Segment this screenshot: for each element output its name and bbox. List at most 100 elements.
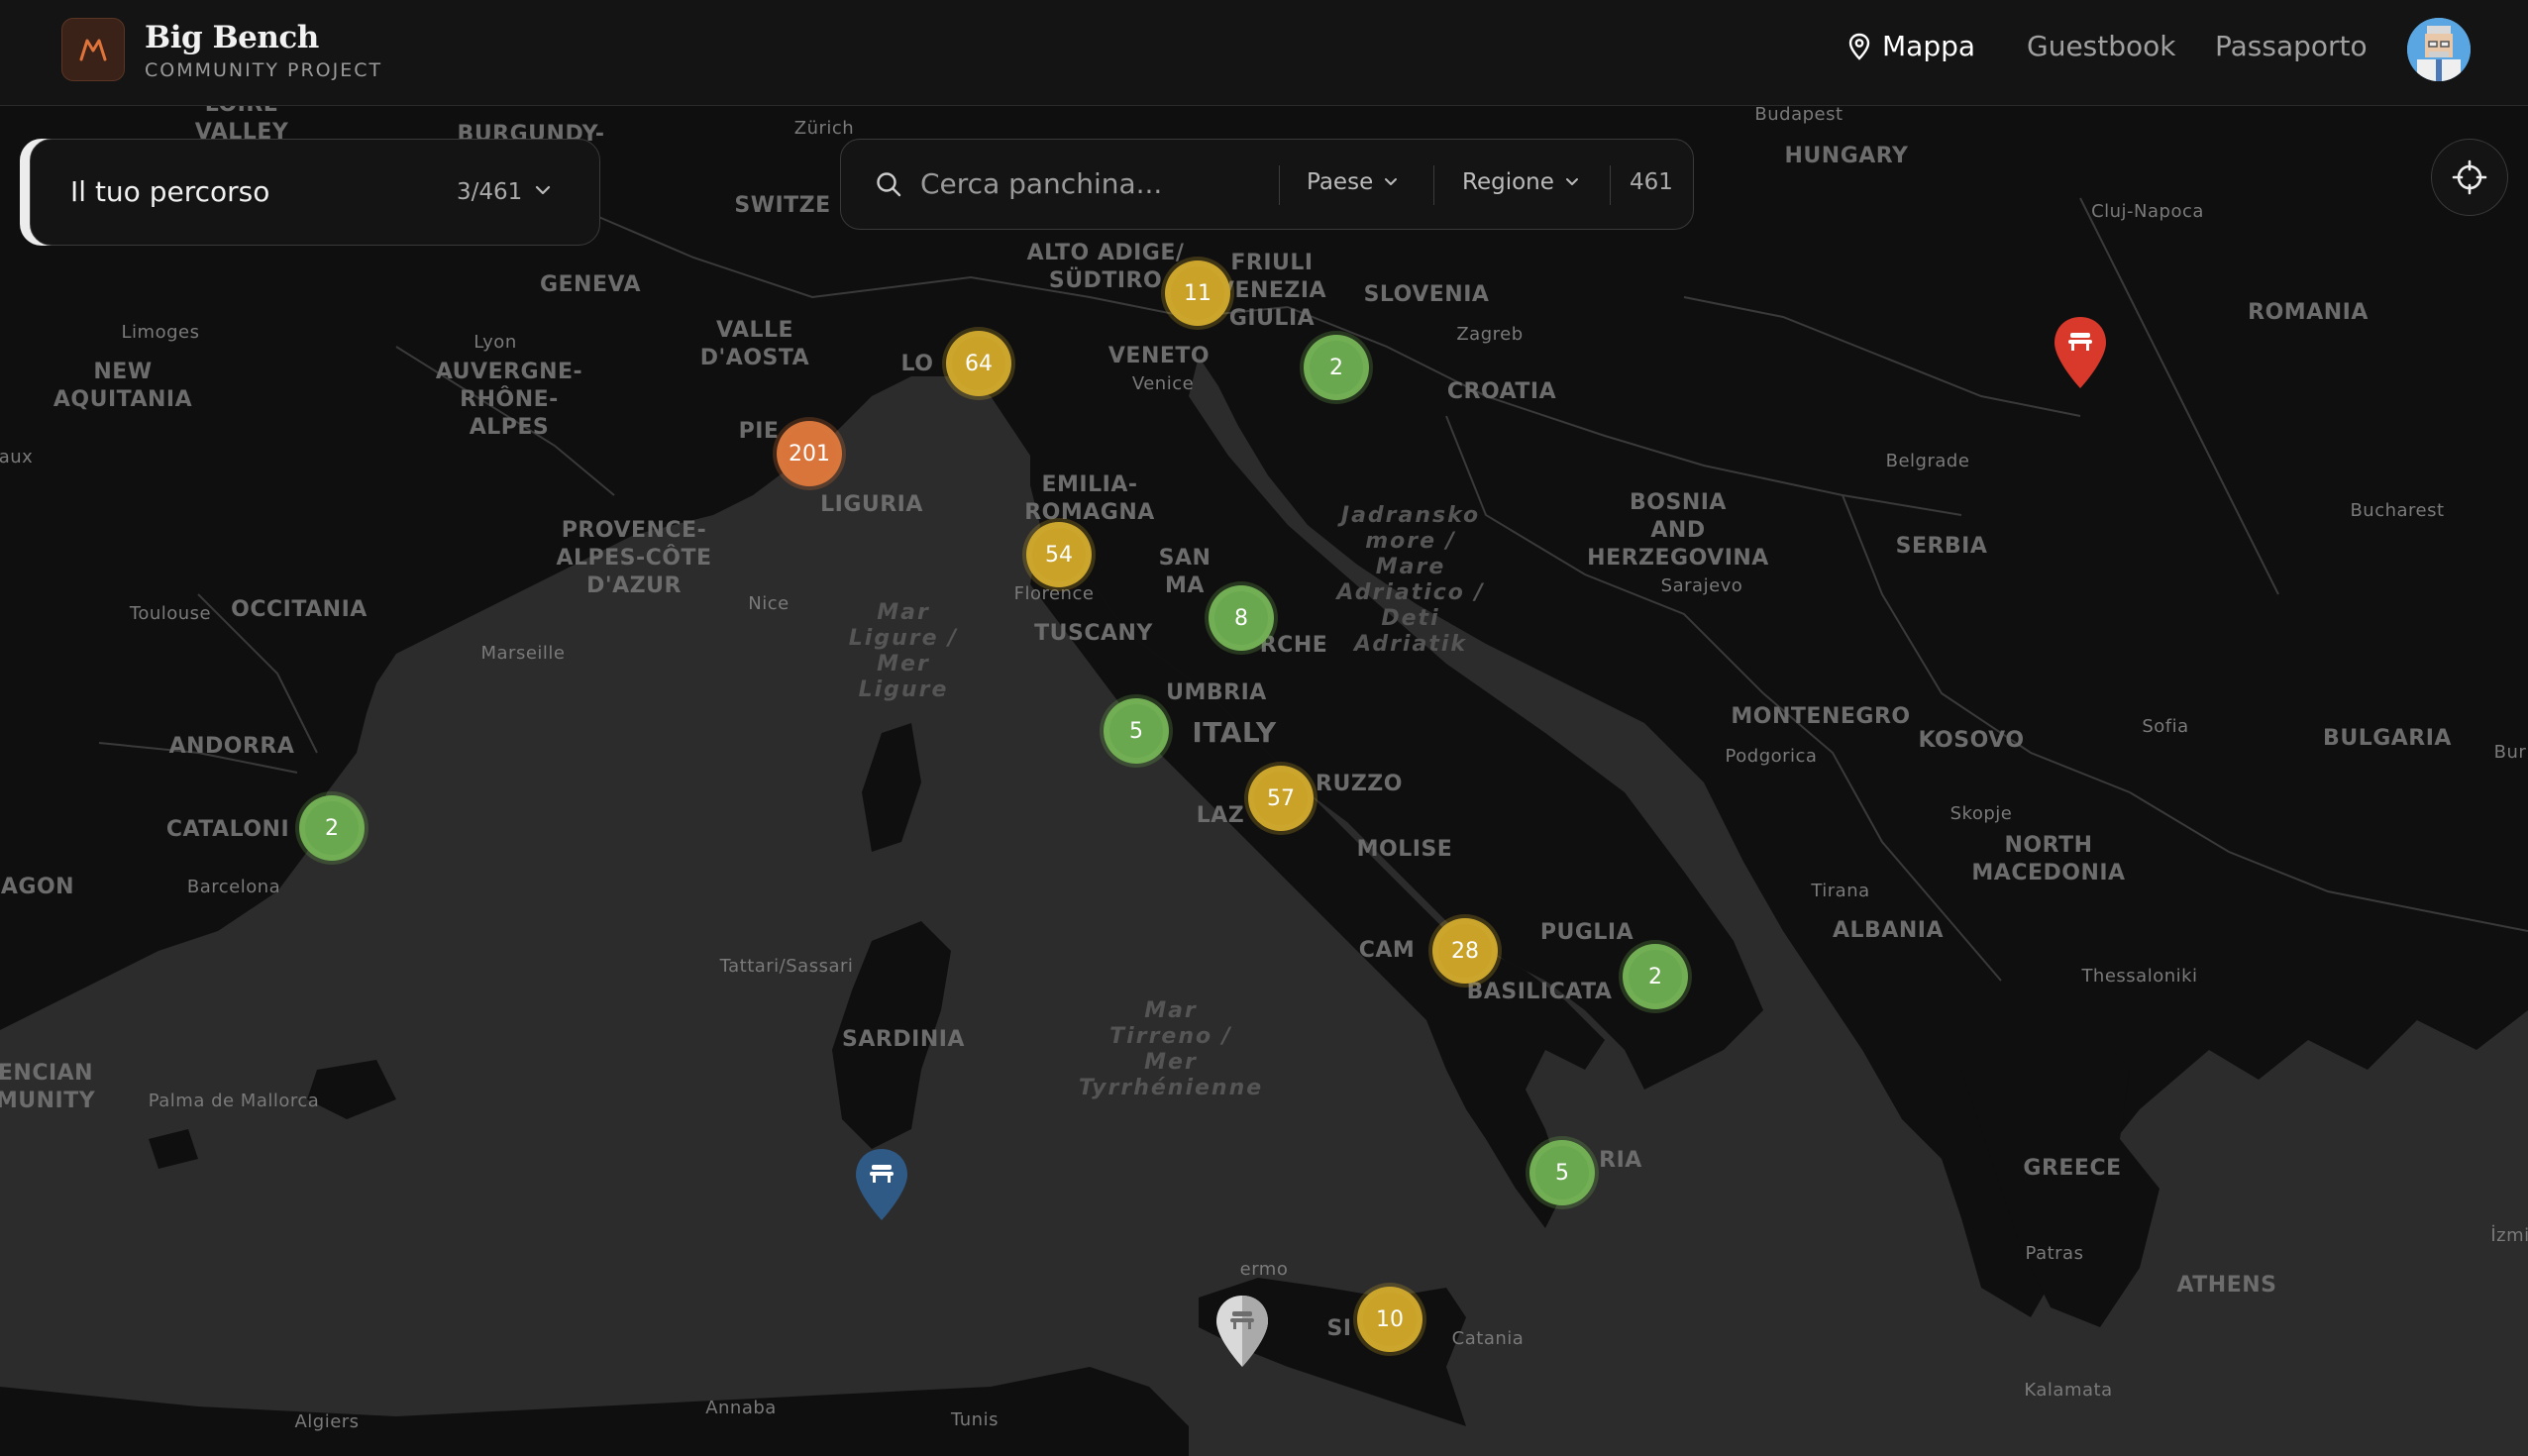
label-geneva: GENEVA — [539, 272, 642, 297]
city-venice: Venice — [1131, 373, 1195, 394]
city-palermo: ermo — [1239, 1259, 1289, 1280]
map-cluster[interactable]: 64 — [946, 331, 1011, 396]
city-barcelona: Barcelona — [186, 877, 281, 897]
route-panel[interactable]: Il tuo percorso 3/461 — [30, 139, 600, 246]
label-sardinia: SARDINIA — [842, 1027, 965, 1052]
map-cluster[interactable]: 11 — [1165, 260, 1230, 326]
label-andorra: ANDORRA — [168, 734, 295, 759]
nav-mappa-label: Mappa — [1882, 30, 1976, 62]
map-cluster[interactable]: 5 — [1529, 1140, 1595, 1205]
map-pin-icon — [1848, 33, 1870, 60]
label-ligurian-sea: Mar Ligure / Mer Ligure — [848, 600, 959, 702]
city-lyon: Lyon — [474, 332, 517, 353]
map-cluster[interactable]: 2 — [299, 795, 365, 861]
label-greece: GREECE — [2023, 1156, 2122, 1181]
bench-pin-icon — [856, 1149, 907, 1220]
city-sarajevo: Sarajevo — [1660, 575, 1743, 596]
city-limoges: Limoges — [121, 322, 200, 343]
city-izmir: İzmi — [2490, 1225, 2528, 1246]
crosshair-icon — [2452, 159, 2487, 195]
logo[interactable] — [61, 18, 125, 81]
user-avatar[interactable] — [2407, 18, 2471, 81]
cluster-count: 5 — [1555, 1160, 1569, 1186]
city-algiers: Algiers — [294, 1411, 360, 1432]
label-calabria: RIA — [1599, 1148, 1642, 1173]
label-serbia: SERBIA — [1895, 534, 1988, 559]
city-skopje: Skopje — [1949, 803, 2013, 824]
city-belgrade: Belgrade — [1885, 451, 1970, 471]
map-cluster[interactable]: 8 — [1209, 585, 1274, 651]
label-molise: MOLISE — [1356, 837, 1453, 862]
label-puglia: PUGLIA — [1539, 920, 1634, 945]
route-panel-title: Il tuo percorso — [70, 175, 270, 208]
cluster-count: 2 — [1648, 964, 1662, 989]
map-cluster[interactable]: 2 — [1304, 335, 1369, 400]
map-cluster[interactable]: 2 — [1623, 944, 1688, 1009]
label-romania: ROMANIA — [2248, 300, 2369, 325]
city-bucharest: Bucharest — [2350, 500, 2445, 521]
cluster-count: 57 — [1267, 785, 1295, 811]
cluster-count: 5 — [1129, 718, 1143, 744]
cluster-count: 28 — [1451, 938, 1479, 964]
nav-guestbook[interactable]: Guestbook — [2027, 30, 2176, 62]
search-input[interactable] — [918, 157, 1279, 209]
avatar-portrait-icon — [2407, 18, 2471, 81]
label-italy: ITALY — [1192, 716, 1277, 749]
cluster-count: 64 — [965, 351, 993, 376]
chevron-down-icon — [1565, 178, 1578, 185]
cluster-count: 10 — [1376, 1306, 1404, 1332]
label-aragon: AGON — [0, 875, 75, 899]
filter-region-label: Regione — [1462, 169, 1554, 195]
route-panel-count: 3/461 — [457, 179, 523, 205]
cluster-count: 2 — [325, 815, 339, 841]
label-auvergne: AUVERGNE- RHÔNE- ALPES — [435, 360, 583, 440]
map-cluster[interactable]: 57 — [1248, 766, 1314, 831]
chevron-down-icon — [1385, 178, 1398, 185]
label-valencian: ENCIAN MUNITY — [0, 1061, 96, 1113]
search-bar: Paese Regione 461 — [840, 139, 1694, 230]
city-zurich: Zürich — [793, 118, 855, 139]
city-tirana: Tirana — [1811, 881, 1870, 901]
brand-title: Big Bench — [145, 20, 319, 55]
nav-mappa[interactable]: Mappa — [1848, 30, 1975, 62]
bench-pin-icon — [1216, 1296, 1268, 1367]
label-montenegro: MONTENEGRO — [1731, 704, 1911, 729]
city-catania: Catania — [1451, 1328, 1525, 1349]
filter-country-label: Paese — [1307, 169, 1374, 195]
label-marche: RCHE — [1259, 633, 1328, 658]
label-occitania: OCCITANIA — [231, 597, 368, 622]
label-hungary: HUNGARY — [1784, 144, 1909, 168]
city-zagreb: Zagreb — [1456, 324, 1524, 345]
map-cluster[interactable]: 10 — [1357, 1287, 1422, 1352]
nav-passaporto[interactable]: Passaporto — [2215, 30, 2368, 62]
bench-logo-icon — [79, 39, 107, 61]
locate-me-button[interactable] — [2431, 139, 2508, 216]
cluster-count: 11 — [1184, 280, 1211, 306]
label-provence: PROVENCE- ALPES-CÔTE D'AZUR — [556, 518, 712, 598]
city-patras: Patras — [2025, 1243, 2084, 1264]
label-north-macedonia: NORTH MACEDONIA — [1971, 833, 2126, 885]
map-cluster[interactable]: 5 — [1104, 698, 1169, 764]
label-lazio: LAZ — [1196, 803, 1245, 828]
chevron-down-icon[interactable] — [534, 181, 552, 199]
search-divider — [1433, 165, 1434, 205]
cluster-count: 2 — [1329, 355, 1343, 380]
city-annaba: Annaba — [705, 1398, 777, 1418]
label-slovenia: SLOVENIA — [1363, 282, 1490, 307]
label-abruzzo: RUZZO — [1316, 772, 1403, 796]
map-cluster[interactable]: 28 — [1432, 918, 1498, 984]
map-canvas[interactable]: HUNGARY ROMANIA SLOVENIA CROATIA BOSNIA … — [0, 105, 2528, 1456]
cluster-count: 54 — [1045, 542, 1073, 568]
cluster-count: 8 — [1234, 605, 1248, 631]
map-cluster[interactable]: 54 — [1026, 522, 1092, 587]
filter-country-select[interactable]: Paese — [1307, 169, 1399, 195]
label-catalonia: CATALONI — [165, 817, 290, 842]
city-bur: Bur — [2493, 742, 2527, 763]
label-switzerland: SWITZE — [734, 193, 831, 218]
bench-pin-icon — [2054, 317, 2106, 388]
map-cluster[interactable]: 201 — [777, 421, 842, 486]
filter-region-select[interactable]: Regione — [1462, 169, 1580, 195]
city-cluj: Cluj-Napoca — [2091, 201, 2204, 222]
city-kalamata: Kalamata — [2024, 1380, 2113, 1401]
city-sofia: Sofia — [2142, 716, 2189, 737]
